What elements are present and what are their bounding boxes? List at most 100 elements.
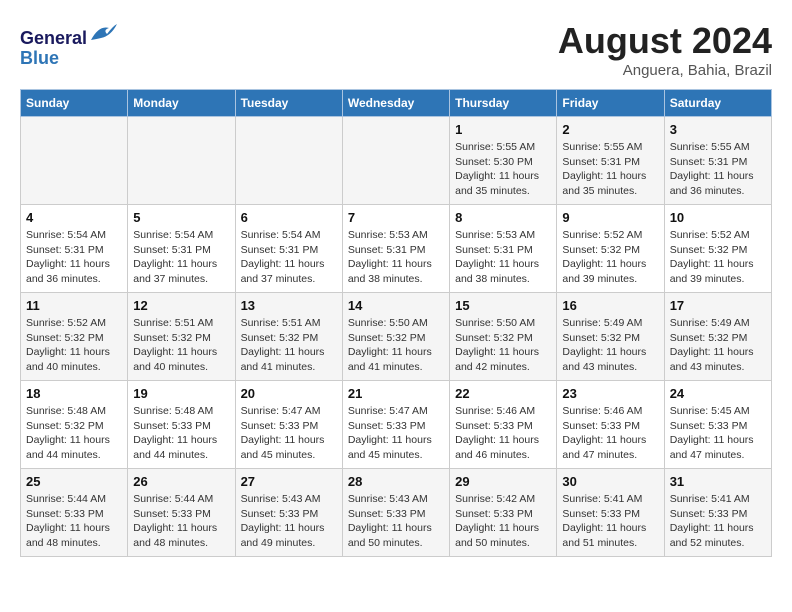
day-number: 16 <box>562 298 658 313</box>
logo-blue: Blue <box>20 48 59 68</box>
calendar-week-row: 11 Sunrise: 5:52 AM Sunset: 5:32 PM Dayli… <box>21 293 772 381</box>
logo-bird-icon <box>89 20 119 44</box>
day-info: Sunrise: 5:44 AM Sunset: 5:33 PM Dayligh… <box>26 492 122 551</box>
day-number: 18 <box>26 386 122 401</box>
day-number: 21 <box>348 386 444 401</box>
calendar-cell: 22Sunrise: 5:46 AM Sunset: 5:33 PM Dayli… <box>450 381 557 469</box>
calendar-table: SundayMondayTuesdayWednesdayThursdayFrid… <box>20 89 772 557</box>
calendar-cell <box>128 117 235 205</box>
day-number: 29 <box>455 474 551 489</box>
calendar-cell: 16 Sunrise: 5:49 AM Sunset: 5:32 PM Dayli… <box>557 293 664 381</box>
weekday-header: Monday <box>128 90 235 117</box>
day-number: 17 <box>670 298 766 313</box>
day-info: Sunrise: 5:50 AM Sunset: 5:32 PM Dayligh… <box>348 316 444 375</box>
calendar-cell: 10 Sunrise: 5:52 AM Sunset: 5:32 PM Dayli… <box>664 205 771 293</box>
month-title: August 2024 <box>558 20 772 62</box>
day-number: 1 <box>455 122 551 137</box>
day-info: Sunrise: 5:42 AM Sunset: 5:33 PM Dayligh… <box>455 492 551 551</box>
calendar-week-row: 25 Sunrise: 5:44 AM Sunset: 5:33 PM Dayli… <box>21 469 772 557</box>
day-info: Sunrise: 5:54 AM Sunset: 5:31 PM Dayligh… <box>241 228 337 287</box>
day-info: Sunrise: 5:52 AM Sunset: 5:32 PM Dayligh… <box>670 228 766 287</box>
calendar-cell: 3Sunrise: 5:55 AM Sunset: 5:31 PM Daylig… <box>664 117 771 205</box>
day-number: 15 <box>455 298 551 313</box>
calendar-cell <box>342 117 449 205</box>
day-number: 2 <box>562 122 658 137</box>
calendar-cell: 4 Sunrise: 5:54 AM Sunset: 5:31 PM Daylig… <box>21 205 128 293</box>
calendar-cell: 26 Sunrise: 5:44 AM Sunset: 5:33 PM Dayli… <box>128 469 235 557</box>
day-number: 4 <box>26 210 122 225</box>
day-number: 10 <box>670 210 766 225</box>
calendar-cell: 6 Sunrise: 5:54 AM Sunset: 5:31 PM Daylig… <box>235 205 342 293</box>
day-info: Sunrise: 5:43 AM Sunset: 5:33 PM Dayligh… <box>241 492 337 551</box>
calendar-cell: 23 Sunrise: 5:46 AM Sunset: 5:33 PM Dayli… <box>557 381 664 469</box>
day-number: 25 <box>26 474 122 489</box>
day-number: 12 <box>133 298 229 313</box>
day-number: 19 <box>133 386 229 401</box>
day-info: Sunrise: 5:47 AM Sunset: 5:33 PM Dayligh… <box>241 404 337 463</box>
day-info: Sunrise: 5:49 AM Sunset: 5:32 PM Dayligh… <box>562 316 658 375</box>
day-number: 22 <box>455 386 551 401</box>
day-number: 3 <box>670 122 766 137</box>
day-number: 31 <box>670 474 766 489</box>
day-number: 9 <box>562 210 658 225</box>
weekday-header: Wednesday <box>342 90 449 117</box>
day-info: Sunrise: 5:52 AM Sunset: 5:32 PM Dayligh… <box>562 228 658 287</box>
calendar-cell: 15Sunrise: 5:50 AM Sunset: 5:32 PM Dayli… <box>450 293 557 381</box>
day-info: Sunrise: 5:53 AM Sunset: 5:31 PM Dayligh… <box>348 228 444 287</box>
day-info: Sunrise: 5:51 AM Sunset: 5:32 PM Dayligh… <box>241 316 337 375</box>
calendar-week-row: 18Sunrise: 5:48 AM Sunset: 5:32 PM Dayli… <box>21 381 772 469</box>
calendar-week-row: 4 Sunrise: 5:54 AM Sunset: 5:31 PM Daylig… <box>21 205 772 293</box>
calendar-cell: 28Sunrise: 5:43 AM Sunset: 5:33 PM Dayli… <box>342 469 449 557</box>
weekday-header: Sunday <box>21 90 128 117</box>
calendar-cell: 25 Sunrise: 5:44 AM Sunset: 5:33 PM Dayli… <box>21 469 128 557</box>
calendar-cell: 12 Sunrise: 5:51 AM Sunset: 5:32 PM Dayli… <box>128 293 235 381</box>
calendar-cell: 18Sunrise: 5:48 AM Sunset: 5:32 PM Dayli… <box>21 381 128 469</box>
day-number: 5 <box>133 210 229 225</box>
weekday-header: Thursday <box>450 90 557 117</box>
calendar-cell: 5Sunrise: 5:54 AM Sunset: 5:31 PM Daylig… <box>128 205 235 293</box>
day-info: Sunrise: 5:41 AM Sunset: 5:33 PM Dayligh… <box>670 492 766 551</box>
weekday-header: Friday <box>557 90 664 117</box>
day-info: Sunrise: 5:51 AM Sunset: 5:32 PM Dayligh… <box>133 316 229 375</box>
calendar-header: SundayMondayTuesdayWednesdayThursdayFrid… <box>21 90 772 117</box>
calendar-cell: 20Sunrise: 5:47 AM Sunset: 5:33 PM Dayli… <box>235 381 342 469</box>
day-number: 6 <box>241 210 337 225</box>
calendar-cell: 9 Sunrise: 5:52 AM Sunset: 5:32 PM Daylig… <box>557 205 664 293</box>
calendar-cell: 2Sunrise: 5:55 AM Sunset: 5:31 PM Daylig… <box>557 117 664 205</box>
calendar-cell: 19Sunrise: 5:48 AM Sunset: 5:33 PM Dayli… <box>128 381 235 469</box>
day-info: Sunrise: 5:45 AM Sunset: 5:33 PM Dayligh… <box>670 404 766 463</box>
calendar-cell <box>21 117 128 205</box>
day-number: 27 <box>241 474 337 489</box>
location-subtitle: Anguera, Bahia, Brazil <box>558 62 772 79</box>
day-number: 26 <box>133 474 229 489</box>
day-info: Sunrise: 5:47 AM Sunset: 5:33 PM Dayligh… <box>348 404 444 463</box>
day-info: Sunrise: 5:46 AM Sunset: 5:33 PM Dayligh… <box>562 404 658 463</box>
day-number: 8 <box>455 210 551 225</box>
day-number: 7 <box>348 210 444 225</box>
day-number: 13 <box>241 298 337 313</box>
calendar-cell: 21 Sunrise: 5:47 AM Sunset: 5:33 PM Dayli… <box>342 381 449 469</box>
day-number: 30 <box>562 474 658 489</box>
day-number: 23 <box>562 386 658 401</box>
day-info: Sunrise: 5:44 AM Sunset: 5:33 PM Dayligh… <box>133 492 229 551</box>
weekday-header: Saturday <box>664 90 771 117</box>
day-number: 14 <box>348 298 444 313</box>
calendar-cell: 29 Sunrise: 5:42 AM Sunset: 5:33 PM Dayli… <box>450 469 557 557</box>
calendar-week-row: 1Sunrise: 5:55 AM Sunset: 5:30 PM Daylig… <box>21 117 772 205</box>
calendar-cell: 11 Sunrise: 5:52 AM Sunset: 5:32 PM Dayli… <box>21 293 128 381</box>
day-info: Sunrise: 5:43 AM Sunset: 5:33 PM Dayligh… <box>348 492 444 551</box>
day-info: Sunrise: 5:52 AM Sunset: 5:32 PM Dayligh… <box>26 316 122 375</box>
calendar-cell: 24Sunrise: 5:45 AM Sunset: 5:33 PM Dayli… <box>664 381 771 469</box>
day-info: Sunrise: 5:53 AM Sunset: 5:31 PM Dayligh… <box>455 228 551 287</box>
calendar-cell: 27 Sunrise: 5:43 AM Sunset: 5:33 PM Dayli… <box>235 469 342 557</box>
calendar-cell: 30Sunrise: 5:41 AM Sunset: 5:33 PM Dayli… <box>557 469 664 557</box>
calendar-cell: 14 Sunrise: 5:50 AM Sunset: 5:32 PM Dayli… <box>342 293 449 381</box>
title-block: August 2024 Anguera, Bahia, Brazil <box>558 20 772 79</box>
day-info: Sunrise: 5:49 AM Sunset: 5:32 PM Dayligh… <box>670 316 766 375</box>
day-info: Sunrise: 5:54 AM Sunset: 5:31 PM Dayligh… <box>26 228 122 287</box>
calendar-body: 1Sunrise: 5:55 AM Sunset: 5:30 PM Daylig… <box>21 117 772 557</box>
calendar-cell: 31 Sunrise: 5:41 AM Sunset: 5:33 PM Dayli… <box>664 469 771 557</box>
calendar-cell <box>235 117 342 205</box>
day-number: 11 <box>26 298 122 313</box>
logo: General Blue <box>20 20 119 69</box>
